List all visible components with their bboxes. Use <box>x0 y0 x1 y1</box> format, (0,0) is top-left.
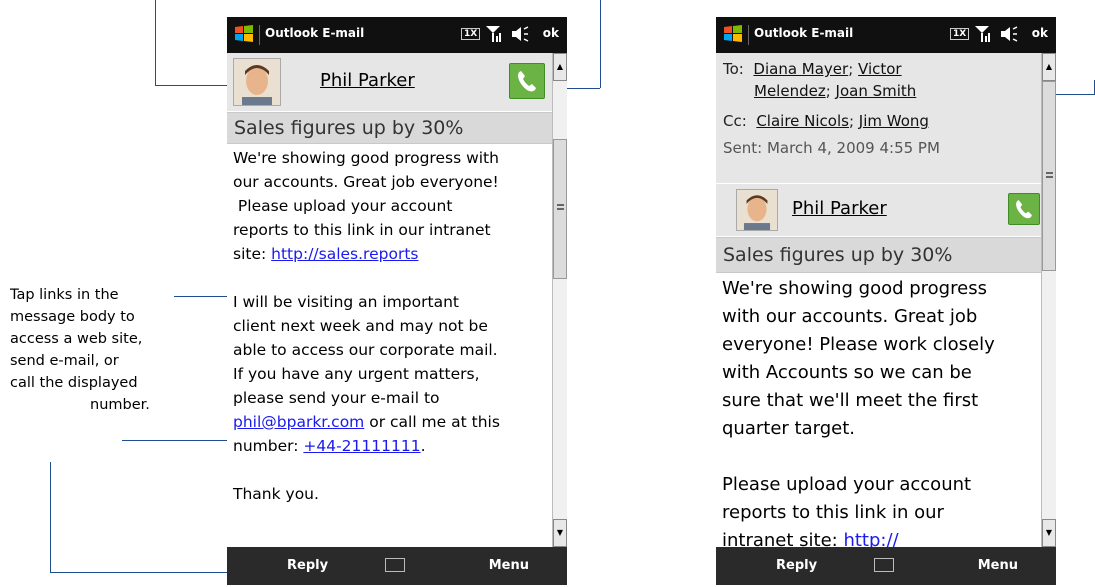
softkey-bar: Reply Menu <box>716 547 1056 585</box>
avatar-image <box>234 59 280 105</box>
scroll-down-icon[interactable]: ▼ <box>1042 519 1056 547</box>
avatar-image <box>737 190 777 230</box>
title-bar: Outlook E-mail 1X ok <box>227 17 567 53</box>
message-view: To: Diana Mayer; Victor Melendez; Joan S… <box>716 53 1042 547</box>
call-sender-button[interactable] <box>509 63 545 99</box>
avatar[interactable] <box>736 189 778 231</box>
scrollbar[interactable]: ▲ ▼ <box>1041 53 1056 547</box>
phone-call-icon <box>1016 200 1032 219</box>
avatar[interactable] <box>233 58 281 106</box>
title-separator <box>748 25 749 45</box>
callout-links-text: Tap links in the message body to access … <box>10 287 150 413</box>
callout-line <box>122 440 234 441</box>
menu-softkey[interactable]: Menu <box>978 558 1018 573</box>
message-header: To: Diana Mayer; Victor Melendez; Joan S… <box>716 53 1042 183</box>
web-link[interactable]: http:// <box>843 530 898 547</box>
recipient-link[interactable]: Joan Smith <box>836 82 917 100</box>
keyboard-icon[interactable] <box>874 558 894 572</box>
scroll-down-icon[interactable]: ▼ <box>553 519 567 547</box>
callout-line <box>50 462 51 572</box>
recipient-link[interactable]: Melendez <box>754 82 826 100</box>
reply-softkey[interactable]: Reply <box>287 558 328 573</box>
scroll-up-icon[interactable]: ▲ <box>1042 53 1056 81</box>
scrollbar[interactable]: ▲ ▼ <box>552 53 567 547</box>
sent-row: Sent: March 4, 2009 4:55 PM <box>723 139 940 157</box>
volume-icon[interactable] <box>511 26 529 42</box>
subject-bar: Sales figures up by 30% <box>716 237 1042 273</box>
sender-bar: Phil Parker <box>227 53 553 111</box>
message-subject: Sales figures up by 30% <box>723 244 953 266</box>
to-row: To: Diana Mayer; Victor <box>723 60 902 78</box>
recipient-link[interactable]: Victor <box>858 60 902 78</box>
call-sender-button[interactable] <box>1008 193 1040 225</box>
subject-bar: Sales figures up by 30% <box>227 112 553 144</box>
windows-logo-icon[interactable] <box>233 23 257 45</box>
title-separator <box>259 25 260 45</box>
message-body: We're showing good progress with our acc… <box>233 149 500 503</box>
email-link[interactable]: phil@bparkr.com <box>233 413 364 431</box>
reply-softkey[interactable]: Reply <box>776 558 817 573</box>
scroll-thumb[interactable] <box>1042 81 1056 271</box>
cc-row: Cc: Claire Nicols; Jim Wong <box>723 112 929 130</box>
scroll-thumb[interactable] <box>553 139 567 279</box>
callout-line <box>155 0 156 85</box>
recipient-link[interactable]: Diana Mayer <box>753 60 848 78</box>
cc-link[interactable]: Claire Nicols <box>756 112 849 130</box>
network-1x-icon: 1X <box>461 28 481 40</box>
right-phone-screen: Outlook E-mail 1X ok To: Diana Mayer; Vi… <box>716 17 1056 587</box>
signal-icon[interactable] <box>485 25 501 43</box>
phone-number-link[interactable]: +44-21111111 <box>303 437 420 455</box>
sender-name-link[interactable]: Phil Parker <box>320 70 415 91</box>
app-title: Outlook E-mail <box>265 26 365 40</box>
menu-softkey[interactable]: Menu <box>489 558 529 573</box>
app-title: Outlook E-mail <box>754 26 854 40</box>
callout-line <box>600 0 601 88</box>
message-view: Phil Parker Sales figures up by 30% We'r… <box>227 53 553 547</box>
sender-name-link[interactable]: Phil Parker <box>792 198 887 219</box>
scroll-up-icon[interactable]: ▲ <box>553 53 567 81</box>
windows-logo-icon[interactable] <box>722 23 746 45</box>
callout-line <box>155 85 233 86</box>
softkey-bar: Reply Menu <box>227 547 567 585</box>
to-row-cont: Melendez; Joan Smith <box>754 82 917 100</box>
sender-bar: Phil Parker <box>716 184 1042 236</box>
keyboard-icon[interactable] <box>385 558 405 572</box>
ok-button[interactable]: ok <box>1032 26 1048 40</box>
signal-icon[interactable] <box>974 25 990 43</box>
message-subject: Sales figures up by 30% <box>234 117 464 139</box>
left-phone-screen: Outlook E-mail 1X ok Phil Parker Sales f… <box>227 17 567 587</box>
ok-button[interactable]: ok <box>543 26 559 40</box>
cc-link[interactable]: Jim Wong <box>859 112 929 130</box>
title-bar: Outlook E-mail 1X ok <box>716 17 1056 53</box>
network-1x-icon: 1X <box>950 28 970 40</box>
message-body: We're showing good progress with our acc… <box>722 275 1040 547</box>
volume-icon[interactable] <box>1000 26 1018 42</box>
phone-call-icon <box>518 71 536 92</box>
web-link[interactable]: http://sales.reports <box>271 245 418 263</box>
